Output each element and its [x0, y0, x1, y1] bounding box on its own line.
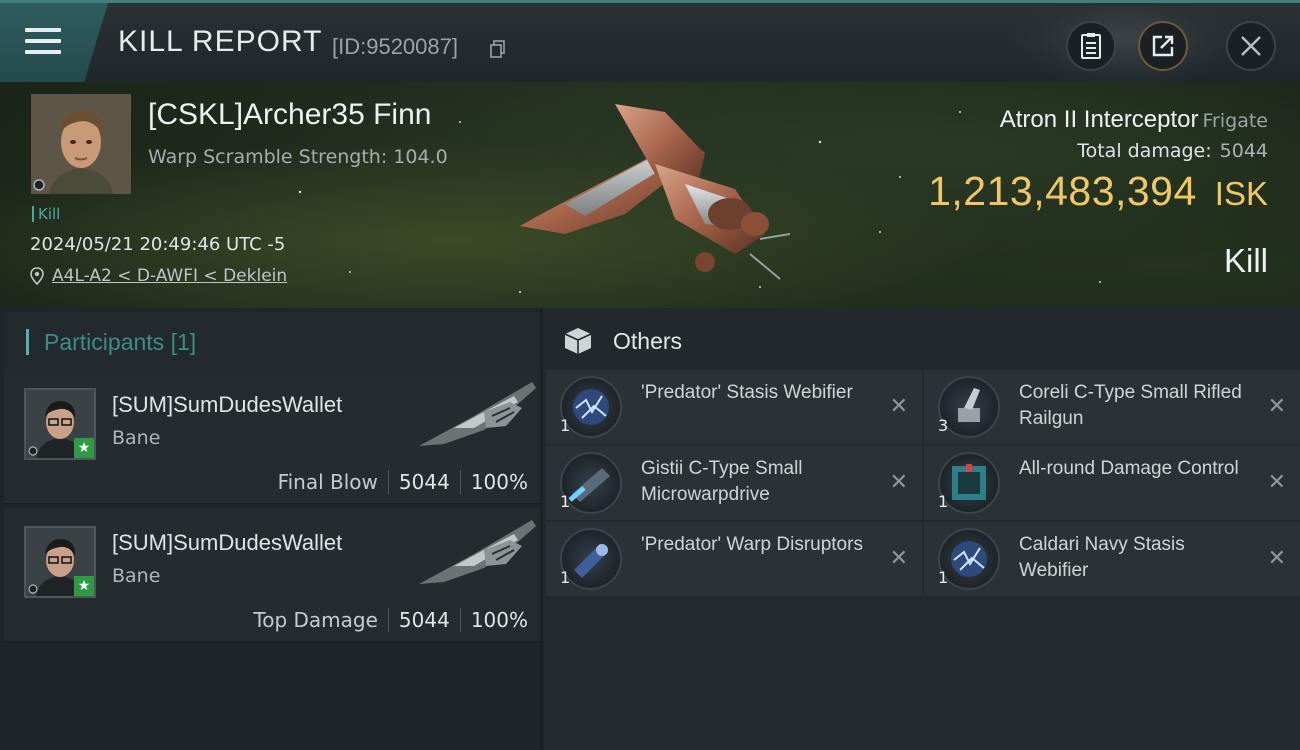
total-damage-value: 5044 — [1219, 140, 1268, 162]
share-button[interactable] — [1138, 21, 1188, 71]
star-icon: ★ — [74, 576, 94, 596]
item-quantity: 1 — [560, 492, 571, 511]
destroyed-x-icon: ✕ — [889, 470, 908, 495]
item-row[interactable]: 1 Gistii C-Type Small Microwarpdrive ✕ — [546, 446, 922, 520]
stat-divider — [459, 608, 461, 632]
clipboard-button[interactable] — [1066, 21, 1116, 71]
participant-name[interactable]: [SUM]SumDudesWallet — [112, 392, 342, 418]
item-name: Caldari Navy Stasis Webifier — [1019, 534, 1185, 581]
others-header: Others — [543, 308, 1300, 370]
stat-divider — [387, 608, 389, 632]
others-panel: Others 1 'Predator' Stasis Webifier ✕ 3 … — [543, 308, 1300, 750]
participants-panel: Participants [1] ★ [SUM]SumDudesWallet B… — [0, 308, 540, 750]
clipboard-icon — [1081, 33, 1101, 59]
menu-button[interactable] — [0, 3, 108, 82]
participants-count: [1] — [170, 329, 197, 355]
victim-banner: [CSKL]Archer35 Finn Warp Scramble Streng… — [0, 82, 1300, 308]
victim-name[interactable]: [CSKL]Archer35 Finn — [148, 98, 431, 132]
item-row[interactable]: 1 'Predator' Stasis Webifier ✕ — [546, 370, 922, 444]
close-button[interactable] — [1226, 21, 1276, 71]
participant-ship-image[interactable] — [414, 378, 539, 453]
participant-stats: Top Damage 5044 100% — [253, 608, 528, 632]
ship-name[interactable]: Atron II Interceptor — [1000, 106, 1199, 133]
participant-percent: 100% — [470, 608, 528, 632]
item-name: Gistii C-Type Small Microwarpdrive — [641, 458, 803, 505]
header-ship-decoration — [1010, 6, 1240, 86]
item-quantity: 1 — [938, 492, 949, 511]
item-name: 'Predator' Warp Disruptors — [641, 534, 863, 555]
kill-result: Kill — [1223, 242, 1268, 279]
victim-portrait[interactable] — [31, 94, 131, 194]
ship-class: Frigate — [1202, 110, 1268, 132]
top-bar: KILL REPORT [ID:9520087] — [0, 0, 1300, 86]
stat-divider — [387, 470, 389, 494]
item-quantity: 1 — [560, 416, 571, 435]
destroyed-x-icon: ✕ — [1267, 470, 1286, 495]
participant-row[interactable]: ★ [SUM]SumDudesWallet Bane Top Damage 50… — [4, 508, 540, 642]
destroyed-x-icon: ✕ — [1267, 546, 1286, 571]
destroyed-x-icon: ✕ — [1267, 394, 1286, 419]
share-icon — [1152, 35, 1174, 57]
destroyed-x-icon: ✕ — [889, 394, 908, 419]
item-name: 'Predator' Stasis Webifier — [641, 382, 853, 403]
item-row[interactable]: 1 'Predator' Warp Disruptors ✕ — [546, 522, 922, 596]
cube-icon — [564, 328, 592, 354]
destroyed-x-icon: ✕ — [889, 546, 908, 571]
item-quantity: 1 — [560, 568, 571, 587]
location-pin-icon — [30, 267, 44, 285]
warp-scramble-strength: Warp Scramble Strength: 104.0 — [148, 146, 448, 168]
page-title: KILL REPORT — [118, 25, 323, 58]
location-text: A4L-A2 < D-AWFI < Deklein — [52, 266, 288, 286]
item-name: All-round Damage Control — [1019, 458, 1239, 479]
item-row[interactable]: 3 Coreli C-Type Small Rifled Railgun ✕ — [924, 370, 1300, 444]
participant-row[interactable]: ★ [SUM]SumDudesWallet Bane Final Blow 50… — [4, 370, 540, 504]
total-damage-label: Total damage: — [1077, 140, 1212, 162]
participants-accent-bar — [26, 329, 29, 355]
location-link[interactable]: A4L-A2 < D-AWFI < Deklein — [30, 266, 287, 286]
participant-stats: Final Blow 5044 100% — [278, 470, 528, 494]
participant-portrait[interactable]: ★ — [24, 388, 96, 460]
participant-damage: 5044 — [398, 608, 450, 632]
kill-tag: Kill — [32, 206, 60, 222]
item-row[interactable]: 1 All-round Damage Control ✕ — [924, 446, 1300, 520]
participant-role: Final Blow — [277, 470, 378, 494]
kill-time: 2024/05/21 20:49:46 UTC -5 — [30, 234, 286, 255]
star-icon: ★ — [74, 438, 94, 458]
kill-id: [ID:9520087] — [332, 34, 458, 59]
item-quantity: 3 — [938, 416, 949, 435]
stat-divider — [459, 470, 461, 494]
participant-role: Top Damage — [253, 608, 378, 632]
participant-percent: 100% — [470, 470, 528, 494]
participant-damage: 5044 — [398, 470, 450, 494]
participants-title: Participants [1] — [44, 329, 197, 355]
close-icon — [1241, 36, 1261, 56]
ship-info: Atron II Interceptor Frigate Total damage… — [928, 106, 1268, 215]
victim-ship-image[interactable] — [505, 94, 795, 294]
participant-ship: Bane — [112, 427, 161, 449]
participant-ship-image[interactable] — [414, 516, 539, 591]
participant-ship: Bane — [112, 565, 161, 587]
isk-unit: ISK — [1214, 175, 1268, 212]
others-title: Others — [613, 328, 683, 354]
participant-name[interactable]: [SUM]SumDudesWallet — [112, 530, 342, 556]
participants-header[interactable]: Participants [1] — [4, 312, 540, 372]
copy-icon[interactable] — [490, 40, 506, 58]
victim-avatar — [31, 94, 131, 194]
item-row[interactable]: 1 Caldari Navy Stasis Webifier ✕ — [924, 522, 1300, 596]
item-name: Coreli C-Type Small Rifled Railgun — [1019, 382, 1242, 429]
isk-value: 1,213,483,394 — [928, 168, 1197, 214]
item-quantity: 1 — [938, 568, 949, 587]
hamburger-icon — [25, 28, 61, 56]
participant-portrait[interactable]: ★ — [24, 526, 96, 598]
